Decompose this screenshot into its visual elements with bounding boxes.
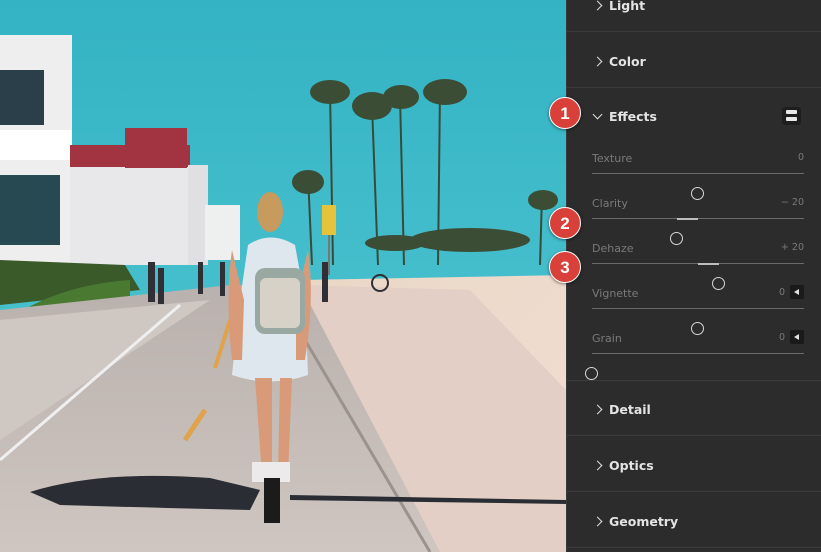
- mask-toggle-icon-bar: [786, 117, 797, 121]
- slider-value[interactable]: + 20: [781, 242, 804, 253]
- slider-label: Clarity: [592, 197, 628, 210]
- photo-preview: [0, 0, 566, 552]
- slider-value[interactable]: − 20: [781, 197, 804, 208]
- chevron-right-icon: [592, 404, 603, 415]
- slider-fill: [676, 217, 698, 220]
- edit-panel: Light Color Effects Texture 0 Clarity − …: [566, 0, 821, 552]
- section-label: Effects: [609, 109, 657, 124]
- slider-grain: Grain 0: [567, 330, 821, 380]
- slider-fill: [698, 262, 720, 265]
- section-geometry[interactable]: Geometry: [567, 493, 821, 548]
- slider-label: Texture: [592, 152, 633, 165]
- chevron-right-icon: [592, 0, 603, 11]
- expand-arrow-icon[interactable]: [790, 330, 804, 344]
- section-label: Detail: [609, 402, 651, 417]
- slider-track[interactable]: [592, 173, 804, 200]
- chevron-right-icon: [592, 56, 603, 67]
- slider-texture: Texture 0: [567, 152, 821, 200]
- section-effects: Effects Texture 0 Clarity − 20 Dehaze + …: [567, 88, 821, 381]
- slider-value[interactable]: 0: [779, 332, 785, 343]
- section-detail[interactable]: Detail: [567, 381, 821, 436]
- chevron-down-icon: [592, 109, 603, 120]
- slider-dehaze: Dehaze + 20: [567, 242, 821, 290]
- section-label: Geometry: [609, 514, 679, 529]
- slider-value[interactable]: 0: [798, 152, 804, 163]
- slider-thumb[interactable]: [585, 367, 598, 380]
- slider-label: Vignette: [592, 287, 639, 300]
- slider-label: Dehaze: [592, 242, 634, 255]
- chevron-right-icon: [592, 460, 603, 471]
- callout-badge: 1: [549, 97, 581, 129]
- slider-label: Grain: [592, 332, 622, 345]
- effects-header[interactable]: Effects: [567, 88, 821, 143]
- section-color[interactable]: Color: [567, 33, 821, 88]
- slider-value[interactable]: 0: [779, 287, 785, 298]
- slider-track[interactable]: [585, 353, 804, 380]
- slider-track[interactable]: [592, 262, 804, 290]
- section-optics[interactable]: Optics: [567, 437, 821, 492]
- mask-toggle-icon: [786, 110, 797, 114]
- section-light[interactable]: Light: [567, 0, 821, 32]
- street-photo-image: [0, 0, 566, 552]
- expand-arrow-icon[interactable]: [790, 285, 804, 299]
- callout-badge: 2: [549, 207, 581, 239]
- section-label: Light: [609, 0, 646, 13]
- slider-clarity: Clarity − 20: [567, 197, 821, 245]
- callout-badge: 3: [549, 251, 581, 283]
- slider-track[interactable]: [592, 217, 804, 245]
- section-label: Optics: [609, 458, 654, 473]
- slider-vignette: Vignette 0: [567, 285, 821, 335]
- chevron-right-icon: [592, 516, 603, 527]
- mask-toggle-button[interactable]: [782, 107, 801, 125]
- slider-track[interactable]: [592, 308, 804, 335]
- section-label: Color: [609, 54, 646, 69]
